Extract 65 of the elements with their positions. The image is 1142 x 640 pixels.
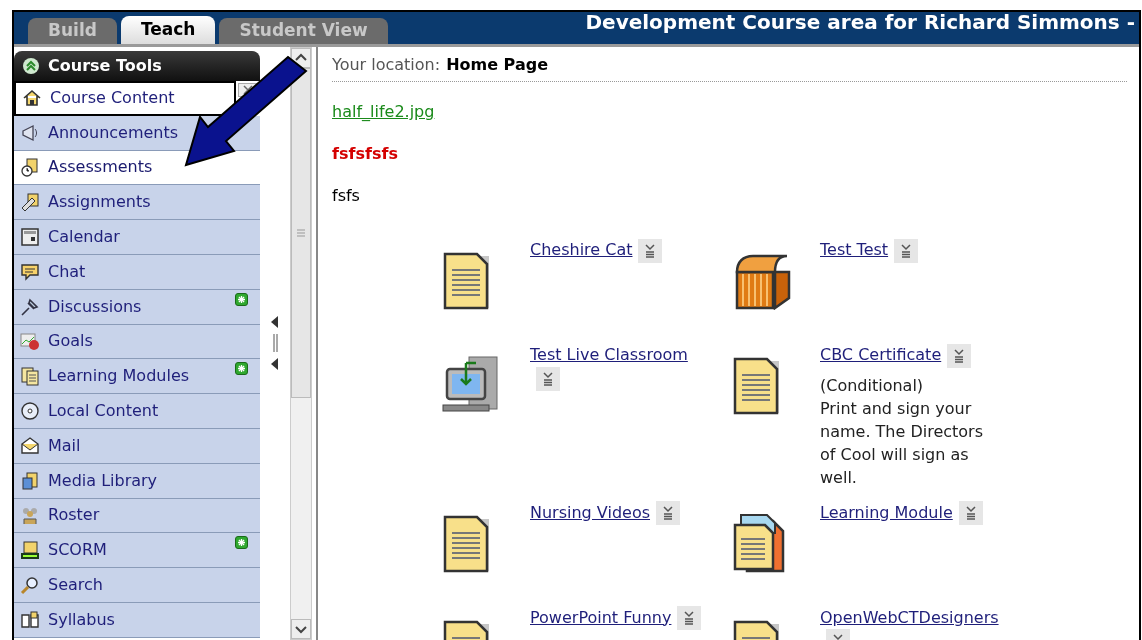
- clipboard-clock-icon: [20, 157, 40, 178]
- condition-note: (Conditional): [820, 374, 925, 397]
- calendar-icon: [20, 227, 40, 248]
- file-link[interactable]: half_life2.jpg: [332, 100, 435, 124]
- sidebar-item[interactable]: Syllabus: [14, 602, 260, 638]
- sidebar-title: Course Tools: [48, 55, 162, 77]
- sidebar-item[interactable]: Roster: [14, 498, 260, 534]
- media-files-icon: [20, 470, 40, 491]
- sidebar-item[interactable]: Chat: [14, 255, 260, 290]
- ruler-icon: [20, 192, 40, 213]
- item-link[interactable]: Test Test: [820, 240, 889, 259]
- item-menu-button[interactable]: [536, 366, 560, 391]
- item-link[interactable]: PowerPoint Funny: [530, 607, 672, 627]
- item-link[interactable]: OpenWebCTDesigners: [820, 607, 999, 627]
- content-text: fsfs: [332, 185, 361, 207]
- item-description: Print and sign your name. The Directors of Cool will sign as well.: [820, 397, 984, 489]
- house-icon: [22, 88, 42, 109]
- envelope-icon: [20, 435, 40, 456]
- sidebar-item[interactable]: Goals: [14, 324, 260, 360]
- speech-bubble-icon: [20, 261, 40, 282]
- content-heading: fsfsfsfs: [332, 143, 399, 165]
- item-link[interactable]: Learning Module: [820, 502, 953, 522]
- chevron-lines-icon[interactable]: [964, 506, 977, 520]
- item-link[interactable]: Nursing Videos: [530, 502, 650, 522]
- chevron-lines-icon[interactable]: [900, 243, 913, 258]
- splitter-handle-icon[interactable]: [270, 315, 280, 372]
- computer-icon[interactable]: [441, 355, 501, 415]
- book-icon: [20, 609, 40, 630]
- chevron-lines-icon[interactable]: [644, 243, 657, 258]
- item-menu-button[interactable]: [638, 238, 663, 263]
- scrollbar[interactable]: [290, 47, 312, 640]
- item-menu-button[interactable]: [656, 501, 680, 525]
- sidebar-item[interactable]: Mail: [14, 428, 260, 464]
- disc-icon: [20, 401, 40, 422]
- sidebar-item[interactable]: Course Content: [14, 81, 236, 116]
- sidebar-item[interactable]: Assignments: [14, 185, 260, 221]
- tab[interactable]: Teach: [120, 16, 216, 44]
- chevron-lines-icon[interactable]: [542, 371, 554, 386]
- scroll-thumb[interactable]: [291, 68, 311, 398]
- chevron-lines-icon[interactable]: [953, 348, 966, 363]
- item-menu-button[interactable]: [958, 501, 983, 525]
- item-menu-button[interactable]: [677, 606, 702, 630]
- item-menu-button[interactable]: [894, 238, 919, 263]
- location-label: Your location:: [332, 54, 441, 76]
- item-link[interactable]: Cheshire Cat: [530, 240, 633, 259]
- course-title: Development Course area for Richard Simmons -: [585, 12, 1136, 32]
- item-link[interactable]: Test Live Classroom: [530, 345, 688, 364]
- sidebar-item[interactable]: Media Library: [14, 463, 260, 499]
- item-menu-button[interactable]: [947, 343, 972, 368]
- sidebar-item[interactable]: Discussions: [14, 289, 260, 325]
- collapse-icon[interactable]: [22, 57, 40, 75]
- chart-apple-icon: [20, 331, 40, 352]
- sidebar-item[interactable]: SCORM: [14, 533, 260, 569]
- sidebar-item[interactable]: Search: [14, 568, 260, 603]
- megaphone-icon: [20, 122, 40, 143]
- chevron-lines-icon[interactable]: [683, 611, 696, 625]
- sidebar-item[interactable]: Learning Modules: [14, 359, 260, 395]
- location-value: Home Page: [446, 54, 548, 76]
- documents-icon: [20, 366, 40, 387]
- chevron-lines-icon[interactable]: [662, 506, 674, 520]
- sidebar-item[interactable]: Local Content: [14, 394, 260, 429]
- scroll-down-icon[interactable]: [291, 619, 311, 639]
- sidebar-item[interactable]: Calendar: [14, 220, 260, 255]
- search-icon: [20, 575, 40, 596]
- item-link[interactable]: CBC Certificate: [820, 345, 942, 364]
